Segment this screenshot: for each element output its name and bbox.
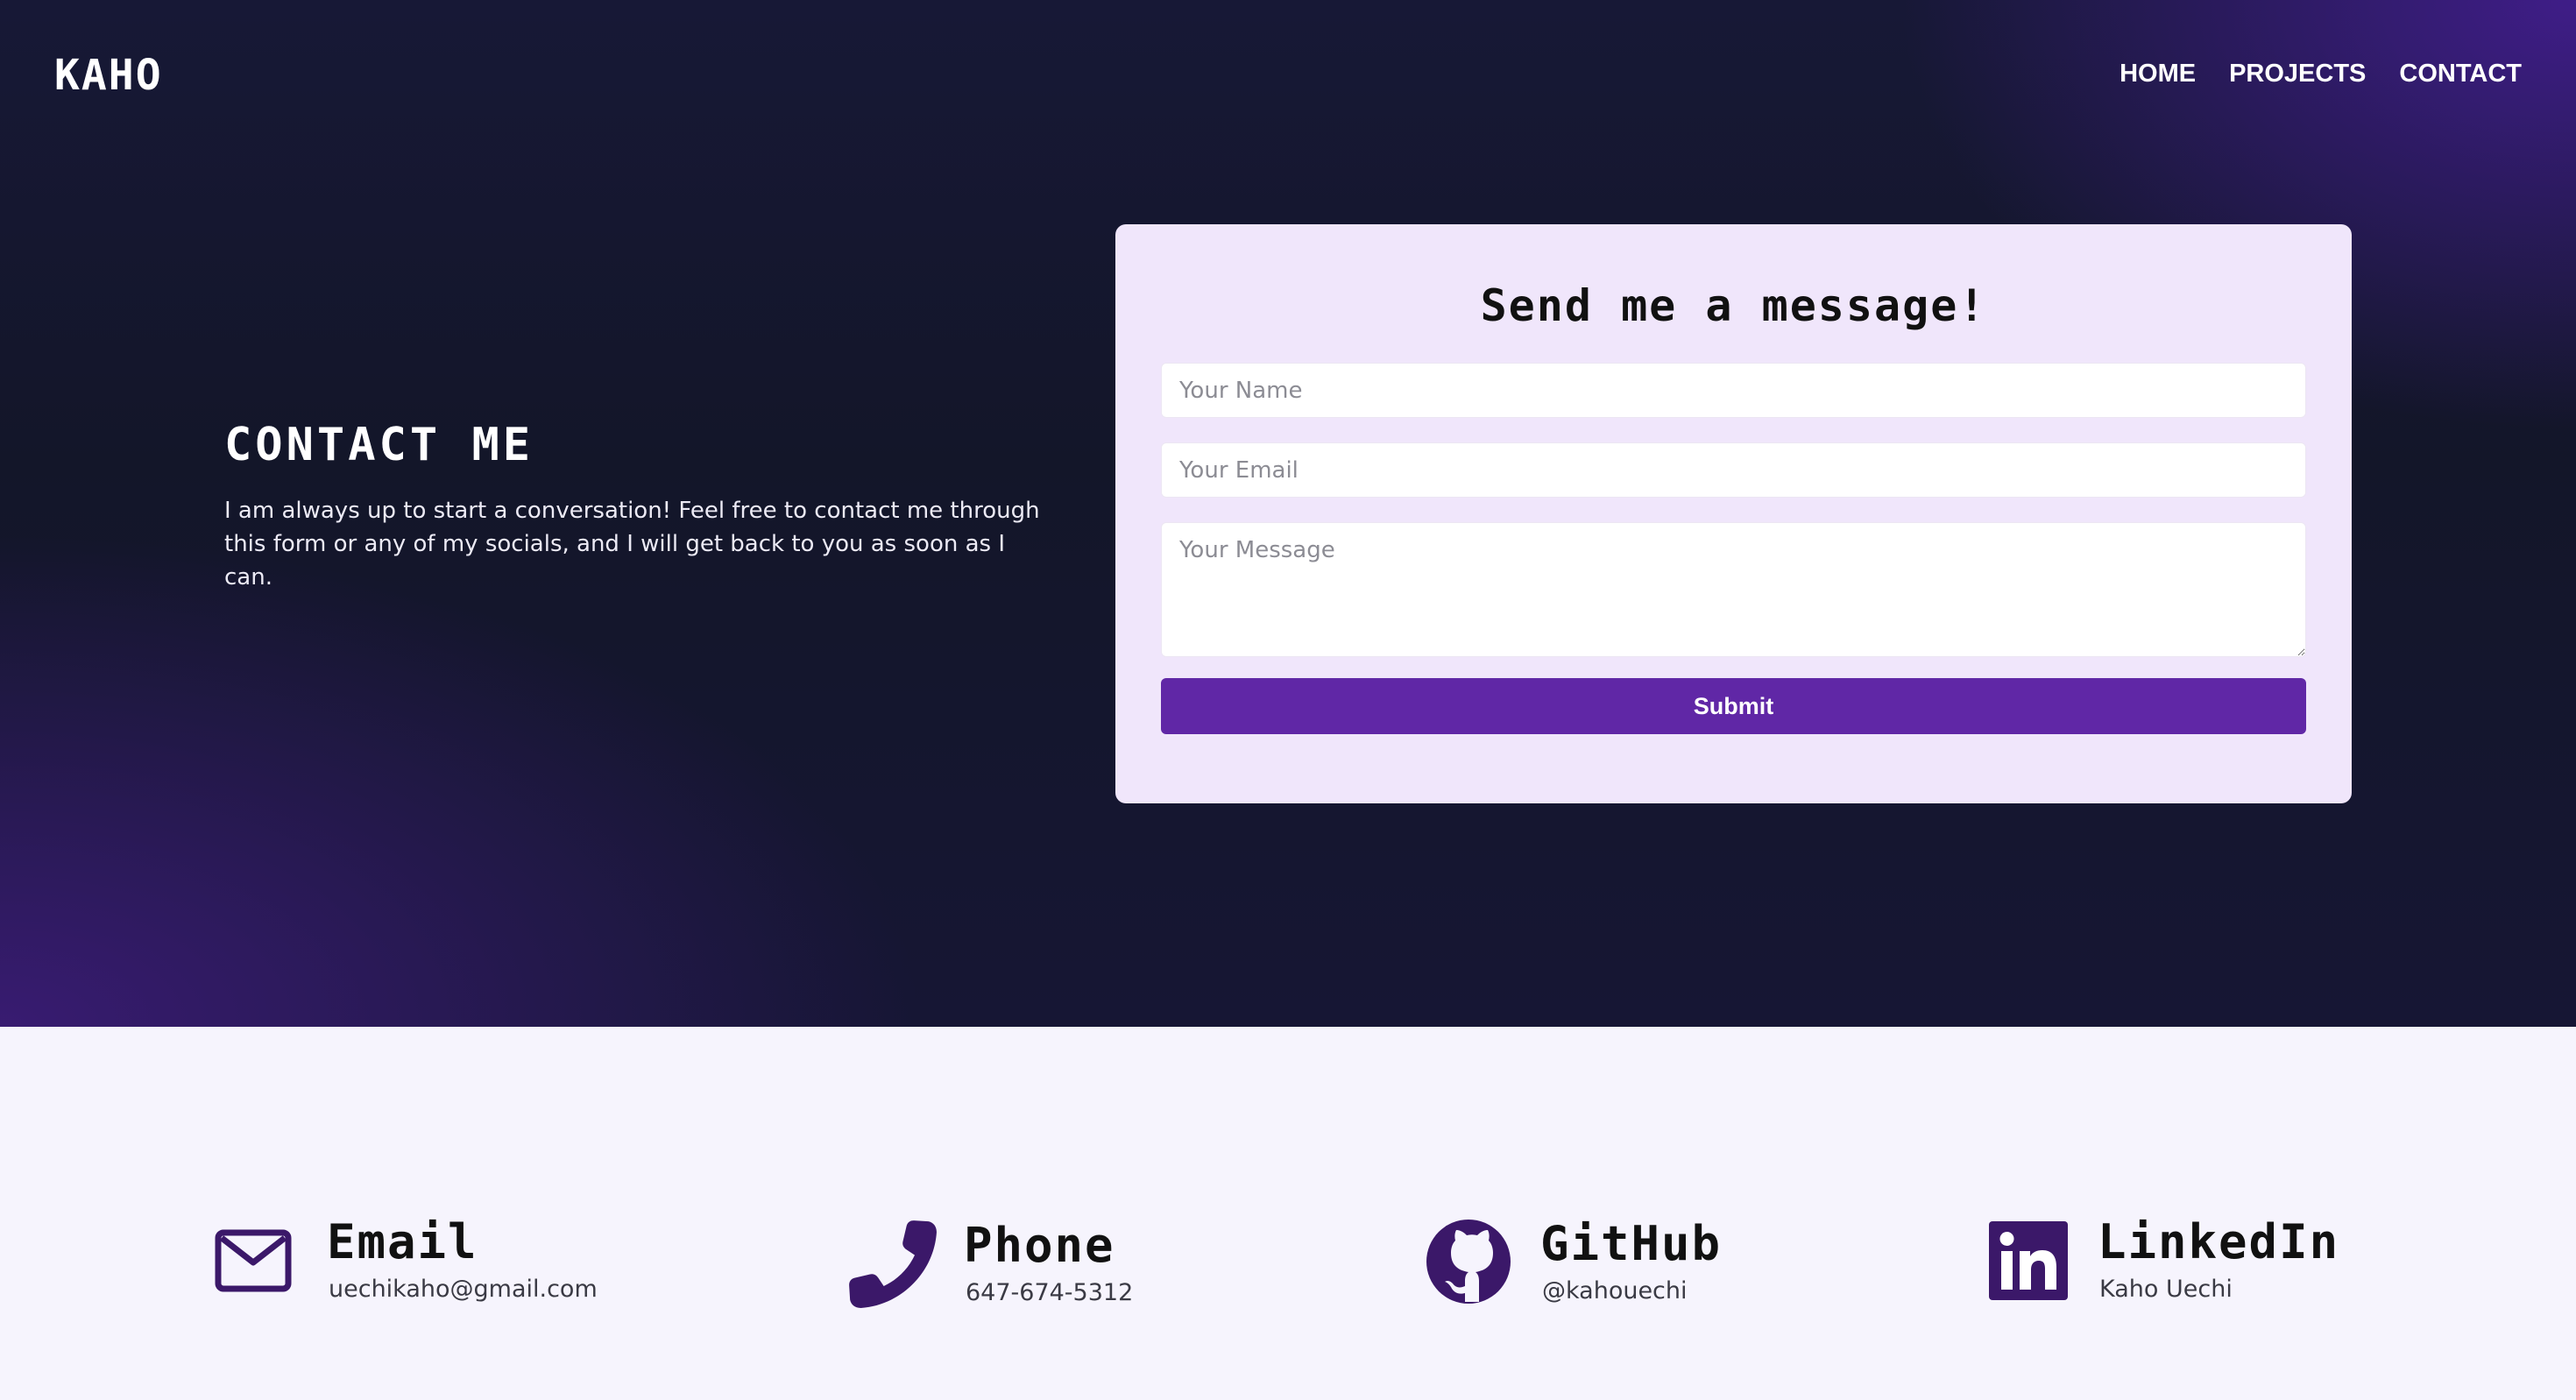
linkedin-icon [1989, 1220, 2068, 1300]
email-value: uechikaho@gmail.com [329, 1276, 598, 1303]
phone-value: 647-674-5312 [966, 1278, 1134, 1306]
main-nav: HOME PROJECTS CONTACT [2120, 60, 2522, 88]
envelope-icon [215, 1229, 292, 1291]
nav-contact-link[interactable]: CONTACT [2399, 60, 2522, 88]
contact-heading: CONTACT ME [224, 419, 534, 471]
linkedin-contact[interactable]: LinkedIn Kaho Uechi [1989, 1218, 2339, 1303]
github-label: GitHub [1540, 1215, 1723, 1271]
github-value: @kahouechi [1542, 1276, 1688, 1305]
linkedin-value: Kaho Uechi [2099, 1276, 2233, 1303]
github-contact[interactable]: GitHub @kahouechi [1425, 1218, 1722, 1305]
email-label: Email [327, 1214, 478, 1269]
phone-contact[interactable]: Phone 647-674-5312 [846, 1218, 1133, 1309]
message-form: Send me a message! Submit [1115, 224, 2352, 803]
email-contact[interactable]: Email uechikaho@gmail.com [215, 1218, 598, 1303]
message-textarea[interactable] [1161, 522, 2306, 657]
nav-home-link[interactable]: HOME [2120, 60, 2196, 88]
site-logo[interactable]: KAHO [54, 51, 163, 100]
phone-label: Phone [964, 1217, 1115, 1273]
email-input[interactable] [1161, 442, 2306, 498]
github-icon [1426, 1220, 1511, 1304]
contact-description: I am always up to start a conversation! … [224, 498, 1040, 590]
contact-info-section [0, 1027, 2576, 1400]
nav-projects-link[interactable]: PROJECTS [2229, 60, 2366, 88]
name-input[interactable] [1161, 363, 2306, 418]
linkedin-label: LinkedIn [2098, 1214, 2340, 1269]
form-title: Send me a message! [1480, 280, 1987, 331]
contact-intro: CONTACT ME I am always up to start a con… [224, 419, 1065, 594]
phone-icon [849, 1220, 937, 1308]
submit-button[interactable]: Submit [1161, 678, 2306, 734]
hero-section: KAHO HOME PROJECTS CONTACT CONTACT ME I … [0, 0, 2576, 1027]
